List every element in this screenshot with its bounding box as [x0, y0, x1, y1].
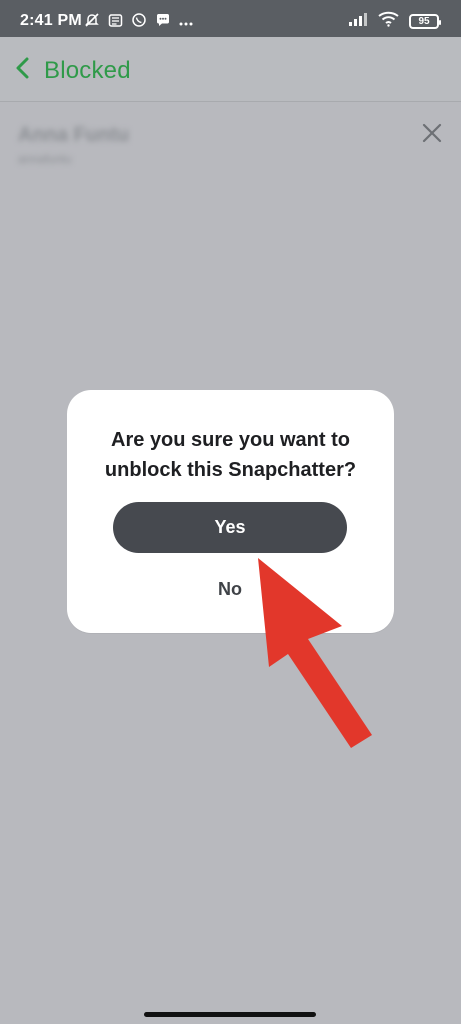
status-time: 2:41 PM [20, 12, 82, 29]
signal-icon [348, 11, 368, 32]
home-indicator[interactable] [144, 1012, 316, 1017]
chat-bubble-icon [155, 12, 171, 33]
whatsapp-icon [131, 12, 147, 33]
page-title: Blocked [44, 56, 131, 84]
back-button[interactable]: Blocked [14, 56, 131, 85]
yes-button[interactable]: Yes [113, 502, 347, 553]
news-icon [108, 13, 123, 33]
chevron-left-icon [14, 56, 30, 85]
status-system-icons: 95 [348, 11, 441, 32]
muted-notification-icon [84, 12, 100, 33]
blocked-user-name: Anna Funtu [18, 124, 130, 146]
battery-icon: 95 [409, 14, 441, 29]
blocked-user-row: Anna Funtu annafuntu [0, 102, 461, 172]
blocked-header: Blocked [0, 37, 461, 101]
status-bar: 2:41 PM 95 [0, 0, 461, 37]
battery-level: 95 [418, 16, 430, 27]
more-dots-icon [179, 14, 193, 32]
wifi-icon [378, 11, 399, 32]
close-icon[interactable] [421, 122, 443, 144]
dialog-title: Are you sure you want to unblock this Sn… [104, 429, 357, 481]
blocked-user-username: annafuntu [18, 152, 72, 166]
red-arrow-annotation [258, 558, 372, 748]
status-notification-icons [84, 12, 193, 33]
